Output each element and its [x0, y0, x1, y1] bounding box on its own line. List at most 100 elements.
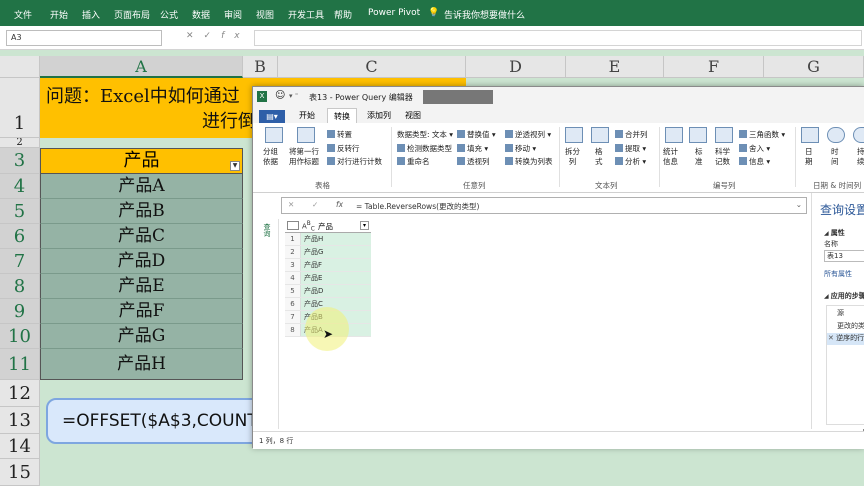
scientific-button[interactable]: 科学 记数: [715, 147, 730, 167]
table-row[interactable]: 2 产品G: [285, 246, 371, 259]
pivot-column-button[interactable]: 透视列: [457, 156, 490, 167]
filter-dropdown-icon[interactable]: ▼: [230, 161, 240, 171]
group-by-button[interactable]: 分组 依据: [263, 147, 278, 167]
fx-icon[interactable]: fx: [221, 31, 250, 41]
row-header-15[interactable]: 15: [0, 459, 40, 486]
format-button[interactable]: 格 式: [595, 147, 603, 167]
standard-button[interactable]: 标 准: [695, 147, 703, 167]
row-header-7[interactable]: 7: [0, 249, 40, 274]
unpivot-button[interactable]: 逆透视列 ▾: [505, 129, 551, 140]
pq-fx-icon[interactable]: fx: [336, 200, 343, 209]
menu-file[interactable]: 文件: [14, 8, 32, 21]
confirm-icon[interactable]: ✓: [204, 31, 222, 41]
menu-review[interactable]: 审阅: [224, 8, 242, 21]
step-item-selected[interactable]: ✕ 逆序的行: [827, 333, 864, 345]
table-header-cell[interactable]: 产品 ▼: [40, 148, 243, 174]
statistics-button[interactable]: 统计 信息: [663, 147, 678, 167]
pq-cancel-icon[interactable]: ✕: [288, 200, 294, 209]
col-header-c[interactable]: C: [278, 56, 466, 78]
row-header-1[interactable]: 1: [0, 78, 40, 138]
tell-me-box[interactable]: 告诉我你想要做什么: [444, 8, 525, 21]
table-cell[interactable]: 产品C: [40, 224, 243, 249]
table-cell[interactable]: 产品E: [40, 274, 243, 299]
rename-button[interactable]: 重命名: [397, 156, 430, 167]
row-header-3[interactable]: 3: [0, 148, 40, 174]
step-item[interactable]: 更改的类: [837, 321, 864, 331]
col-header-b[interactable]: B: [243, 56, 278, 78]
col-header-a[interactable]: A: [40, 56, 243, 78]
pq-column-header[interactable]: ABC 产品 ▾: [285, 219, 371, 233]
menu-help[interactable]: 帮助: [334, 8, 352, 21]
row-header-8[interactable]: 8: [0, 274, 40, 299]
menu-home[interactable]: 开始: [50, 8, 68, 21]
row-header-12[interactable]: 12: [0, 380, 40, 407]
row-header-11[interactable]: 11: [0, 349, 40, 380]
text-type-icon[interactable]: ABC: [302, 221, 315, 233]
table-cell[interactable]: 产品B: [40, 199, 243, 224]
smiley-icon[interactable]: ☺: [275, 90, 285, 101]
col-header-e[interactable]: E: [566, 56, 664, 78]
detect-type-button[interactable]: 检测数据类型: [397, 143, 452, 154]
to-list-button[interactable]: 转换为列表: [505, 156, 553, 167]
row-header-14[interactable]: 14: [0, 434, 40, 459]
menu-view[interactable]: 视图: [256, 8, 274, 21]
menu-data[interactable]: 数据: [192, 8, 210, 21]
query-name-input[interactable]: 表13: [824, 250, 864, 262]
tab-file[interactable]: 文件▤▾: [259, 110, 285, 123]
col-header-d[interactable]: D: [466, 56, 566, 78]
row-header-13[interactable]: 13: [0, 407, 40, 434]
row-header-2[interactable]: 2: [0, 138, 40, 148]
quick-access-dropdown-icon[interactable]: ▾ ⁼: [289, 92, 298, 100]
fill-button[interactable]: 填充 ▾: [457, 143, 488, 154]
table-icon[interactable]: [287, 221, 299, 230]
duration-button[interactable]: 持 续: [857, 147, 864, 167]
step-item[interactable]: 源: [837, 308, 844, 318]
row-header-4[interactable]: 4: [0, 174, 40, 199]
merge-columns-button[interactable]: 合并列: [615, 129, 648, 140]
row-header-10[interactable]: 10: [0, 324, 40, 349]
tab-transform[interactable]: 转换: [327, 108, 357, 123]
tab-view[interactable]: 视图: [405, 110, 421, 121]
menu-formulas[interactable]: 公式: [160, 8, 178, 21]
select-all-corner[interactable]: [0, 56, 40, 78]
col-header-f[interactable]: F: [664, 56, 764, 78]
table-cell[interactable]: 产品F: [40, 299, 243, 324]
use-first-row-button[interactable]: 将第一行 用作标题: [289, 147, 319, 167]
all-properties-link[interactable]: 所有属性: [824, 269, 852, 279]
name-box[interactable]: A3: [6, 30, 162, 46]
parse-button[interactable]: 分析 ▾: [615, 156, 646, 167]
date-button[interactable]: 日 期: [805, 147, 813, 167]
transpose-button[interactable]: 转置: [327, 129, 352, 140]
row-header-6[interactable]: 6: [0, 224, 40, 249]
table-cell[interactable]: 产品G: [40, 324, 243, 349]
count-rows-button[interactable]: 对行进行计数: [327, 156, 382, 167]
formula-input[interactable]: [254, 30, 862, 46]
menu-developer[interactable]: 开发工具: [288, 8, 324, 21]
table-cell[interactable]: 产品D: [40, 249, 243, 274]
tab-home[interactable]: 开始: [299, 110, 315, 121]
move-button[interactable]: 移动 ▾: [505, 143, 536, 154]
row-header-5[interactable]: 5: [0, 199, 40, 224]
menu-page-layout[interactable]: 页面布局: [114, 8, 150, 21]
formula-expand-icon[interactable]: ⌄: [796, 200, 802, 209]
table-cell[interactable]: 产品H: [40, 349, 243, 380]
replace-values-button[interactable]: 替换值 ▾: [457, 129, 496, 140]
pq-confirm-icon[interactable]: ✓: [312, 200, 318, 209]
col-header-g[interactable]: G: [764, 56, 864, 78]
data-type-dropdown[interactable]: 数据类型: 文本 ▾: [397, 129, 453, 140]
split-column-button[interactable]: 拆分 列: [565, 147, 580, 167]
table-row[interactable]: 4 产品E: [285, 272, 371, 285]
delete-step-icon[interactable]: ✕: [828, 334, 834, 342]
queries-label[interactable]: 查询: [262, 223, 272, 237]
table-cell[interactable]: 产品A: [40, 174, 243, 199]
tab-add-column[interactable]: 添加列: [367, 110, 391, 121]
column-filter-icon[interactable]: ▾: [360, 221, 369, 230]
table-row[interactable]: 5 产品D: [285, 285, 371, 298]
menu-insert[interactable]: 插入: [82, 8, 100, 21]
menu-power-pivot[interactable]: Power Pivot: [368, 8, 420, 18]
row-header-9[interactable]: 9: [0, 299, 40, 324]
extract-button[interactable]: 提取 ▾: [615, 143, 646, 154]
table-row[interactable]: 1 产品H: [285, 233, 371, 246]
rounding-button[interactable]: 舍入 ▾: [739, 143, 770, 154]
reverse-rows-button[interactable]: 反转行: [327, 143, 360, 154]
